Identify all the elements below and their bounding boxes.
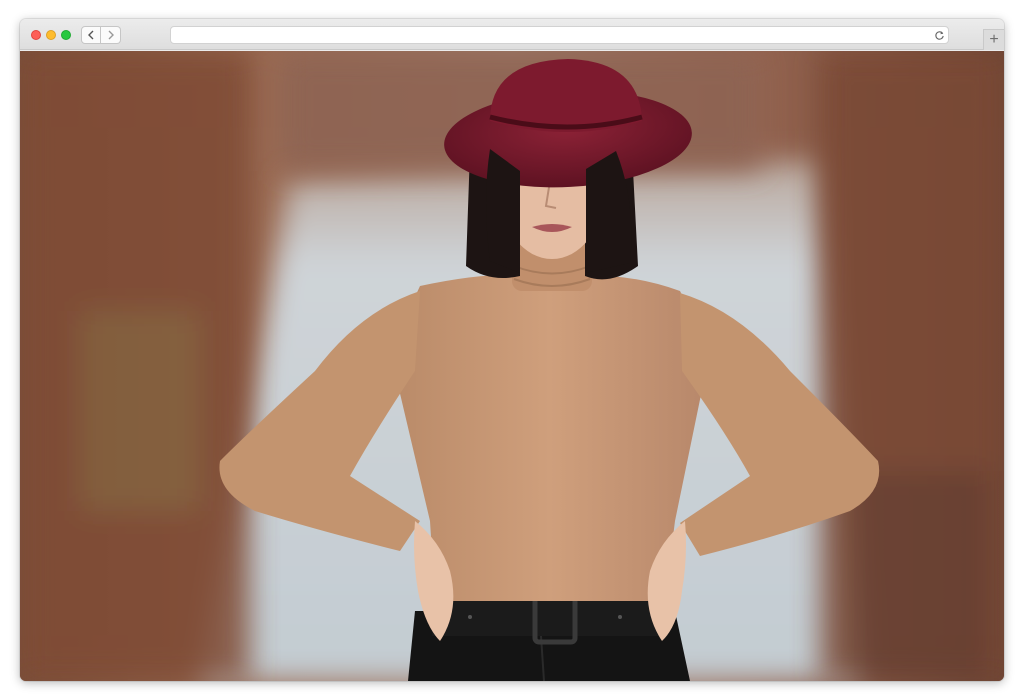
forward-button[interactable] (101, 26, 121, 44)
page-content (20, 51, 1004, 681)
browser-window: + (20, 19, 1004, 681)
chevron-left-icon (88, 30, 94, 40)
chevron-right-icon (108, 30, 114, 40)
reload-button[interactable] (933, 29, 945, 41)
title-bar: + (20, 19, 1004, 50)
plus-icon: + (989, 31, 999, 48)
address-bar[interactable] (170, 26, 949, 44)
close-window-button[interactable] (31, 30, 41, 40)
maximize-window-button[interactable] (61, 30, 71, 40)
back-button[interactable] (81, 26, 101, 44)
portrait-photo (20, 51, 1004, 681)
new-tab-button[interactable]: + (983, 29, 1004, 50)
reload-icon (934, 30, 944, 40)
minimize-window-button[interactable] (46, 30, 56, 40)
